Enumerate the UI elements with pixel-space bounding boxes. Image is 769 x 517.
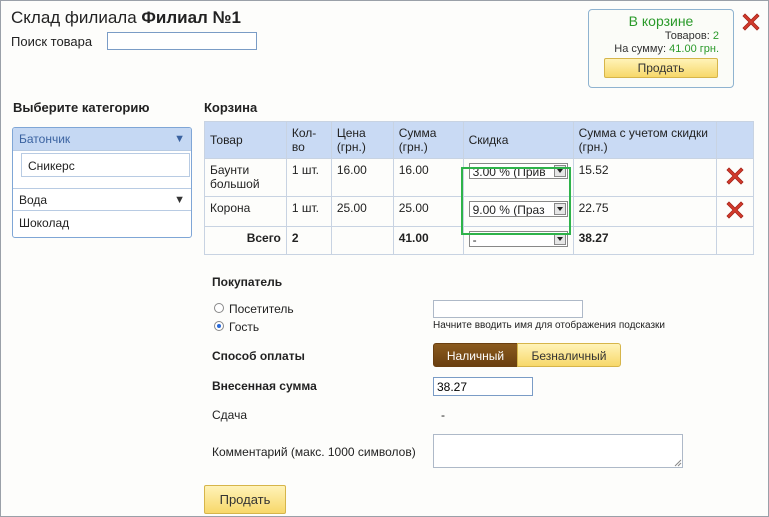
- category-list: Батончик ▼ Сникерс Вода ▼ Шоколад: [12, 127, 192, 238]
- close-icon[interactable]: [740, 11, 762, 33]
- column-header: Кол-во: [285, 121, 332, 159]
- totals-empty: [716, 226, 754, 255]
- column-header: Сумма с учетом скидки (грн.): [572, 121, 718, 159]
- basket-header-row: Товар Кол-во Цена (грн.) Сумма (грн.) Ск…: [204, 121, 754, 159]
- product-cell: Баунти большой: [204, 158, 287, 197]
- totals-empty: [330, 226, 394, 255]
- delete-icon[interactable]: [724, 199, 746, 221]
- total-cell: 15.52: [572, 158, 718, 197]
- change-label: Сдача: [212, 408, 248, 422]
- delete-cell: [716, 158, 754, 197]
- radio-visitor[interactable]: [214, 303, 224, 313]
- total-cell: 22.75: [572, 196, 718, 227]
- column-header: Товар: [204, 121, 287, 159]
- totals-sum: 41.00: [392, 226, 464, 255]
- cart-summary-title: В корзине: [628, 13, 694, 29]
- search-input[interactable]: [107, 32, 257, 50]
- delete-cell: [716, 196, 754, 227]
- branch-warehouse-window: Склад филиала Филиал №1 Поиск товара В к…: [0, 0, 769, 517]
- discount-highlight-box: [461, 167, 571, 235]
- comment-textarea[interactable]: [433, 434, 683, 468]
- subcategory-item-snickers[interactable]: Сникерс: [21, 153, 190, 177]
- column-header: Цена (грн.): [330, 121, 394, 159]
- buyer-name-input[interactable]: [433, 300, 583, 318]
- product-cell: Корона: [204, 196, 287, 227]
- resize-grip-icon[interactable]: [674, 459, 682, 467]
- sum-cell: 16.00: [392, 158, 464, 197]
- cart-summary: В корзине Товаров: 2 На сумму: 41.00 грн…: [588, 9, 734, 88]
- column-header-empty: [716, 121, 754, 159]
- comment-label: Комментарий (макс. 1000 символов): [212, 445, 416, 459]
- category-heading: Выберите категорию: [13, 100, 150, 115]
- column-header: Скидка: [462, 121, 574, 159]
- buyer-heading: Покупатель: [212, 275, 283, 289]
- totals-label: Всего: [204, 226, 287, 255]
- category-item-bars[interactable]: Батончик ▼: [13, 128, 191, 151]
- search-label: Поиск товара: [11, 34, 93, 49]
- basket-heading: Корзина: [204, 100, 258, 115]
- radio-guest-label[interactable]: Гость: [229, 320, 259, 334]
- payment-label: Способ оплаты: [212, 349, 305, 363]
- cart-items-row: Товаров: 2: [664, 30, 719, 42]
- qty-cell: 1 шт.: [285, 158, 332, 197]
- payment-card-button[interactable]: Безналичный: [517, 343, 621, 367]
- radio-guest[interactable]: [214, 321, 224, 331]
- radio-visitor-label[interactable]: Посетитель: [229, 302, 294, 316]
- price-cell: 16.00: [330, 158, 394, 197]
- payment-cash-button[interactable]: Наличный: [433, 343, 518, 367]
- delete-icon[interactable]: [724, 165, 746, 187]
- cart-sell-button[interactable]: Продать: [604, 58, 718, 78]
- qty-cell: 1 шт.: [285, 196, 332, 227]
- buyer-hint: Начните вводить имя для отображения подс…: [433, 320, 666, 331]
- deposit-input[interactable]: [433, 377, 533, 396]
- column-header: Сумма (грн.): [392, 121, 464, 159]
- triangle-down-icon: ▼: [174, 194, 185, 206]
- cart-sum-row: На сумму: 41.00 грн.: [614, 43, 719, 55]
- category-item-chocolate[interactable]: Шоколад: [13, 212, 191, 235]
- cart-sum-value: 41.00 грн.: [669, 43, 719, 55]
- change-value: -: [441, 408, 445, 422]
- triangle-down-icon: ▼: [174, 133, 185, 145]
- sum-cell: 25.00: [392, 196, 464, 227]
- price-cell: 25.00: [330, 196, 394, 227]
- deposit-label: Внесенная сумма: [212, 379, 317, 393]
- sell-button[interactable]: Продать: [204, 485, 286, 514]
- category-item-water[interactable]: Вода ▼: [13, 188, 191, 211]
- totals-total: 38.27: [572, 226, 718, 255]
- page-title: Склад филиала Филиал №1: [11, 8, 241, 27]
- totals-qty: 2: [285, 226, 332, 255]
- cart-items-count: 2: [712, 30, 719, 42]
